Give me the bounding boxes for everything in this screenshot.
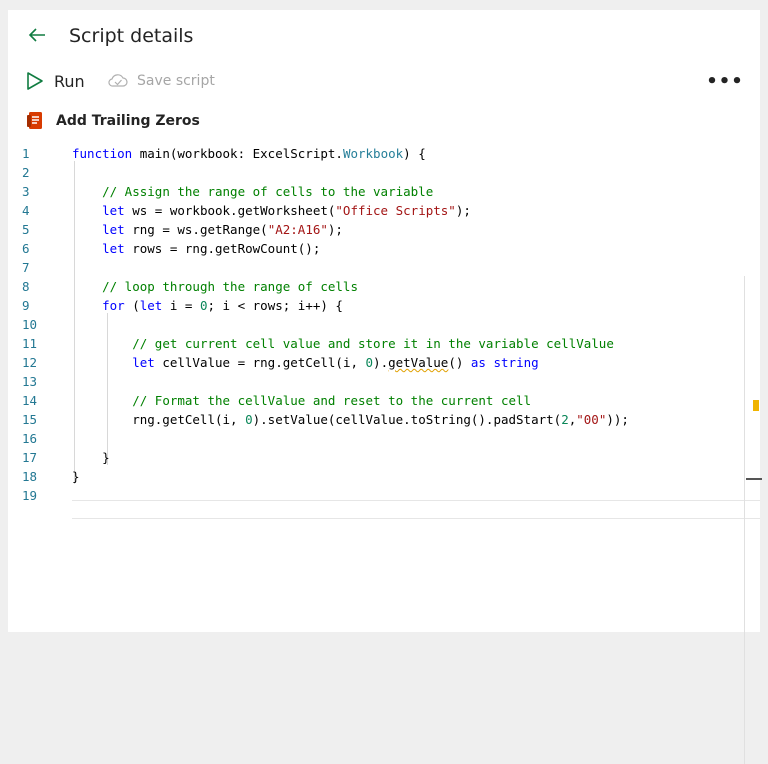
code-line: 6 let rows = rng.getRowCount(); [8,239,760,258]
line-number: 9 [22,298,30,313]
line-number: 2 [22,165,30,180]
more-options-button[interactable]: ••• [706,68,743,94]
line-number: 1 [22,146,30,161]
code-text: // loop through the range of cells [102,279,358,294]
line-number: 19 [22,488,38,503]
code-line: 11 // get current cell value and store i… [8,334,760,353]
script-details-panel: Script details Run Save script ••• Add T… [8,10,762,764]
code-text: let cellValue = rng.getCell(i, 0).getVal… [132,355,539,370]
editor-scrollbar[interactable] [744,276,745,764]
code-line: 4 let ws = workbook.getWorksheet("Office… [8,201,760,220]
code-line: 12 let cellValue = rng.getCell(i, 0).get… [8,353,760,372]
code-line: 18} [8,467,760,486]
code-line: 7 [8,258,760,277]
code-line: 16 [8,429,760,448]
code-text: let rows = rng.getRowCount(); [102,241,321,256]
code-line: 17 } [8,448,760,467]
code-text: function main(workbook: ExcelScript.Work… [72,146,426,161]
code-text: // get current cell value and store it i… [132,336,614,351]
code-line: 3 // Assign the range of cells to the va… [8,182,760,201]
back-button[interactable] [26,24,48,46]
line-number: 5 [22,222,30,237]
code-text: } [72,469,80,484]
line-number: 10 [22,317,38,332]
code-line: 19 [8,486,760,505]
code-text: for (let i = 0; i < rows; i++) { [102,298,343,313]
page-title: Script details [69,25,194,47]
line-number: 3 [22,184,30,199]
code-line: 15 rng.getCell(i, 0).setValue(cellValue.… [8,410,760,429]
script-title-row: Add Trailing Zeros [26,110,200,132]
line-number: 7 [22,260,30,275]
line-number: 17 [22,450,38,465]
run-label: Run [54,71,85,91]
code-editor[interactable]: 1 function main(workbook: ExcelScript.Wor… [8,142,762,764]
code-line: 10 [8,315,760,334]
code-text: rng.getCell(i, 0).setValue(cellValue.toS… [72,412,629,427]
code-line: 8 // loop through the range of cells [8,277,760,296]
script-name: Add Trailing Zeros [56,113,200,129]
toolbar: Run Save script ••• [8,66,760,96]
line-number: 13 [22,374,38,389]
cloud-save-icon [108,74,128,87]
arrow-left-icon [28,28,45,42]
code-text: // Assign the range of cells to the vari… [102,184,434,199]
save-script-button[interactable]: Save script [107,68,215,94]
line-number: 15 [22,412,38,427]
code-line: 14 // Format the cellValue and reset to … [8,391,760,410]
line-number: 12 [22,355,38,370]
code-text: let rng = ws.getRange("A2:A16"); [102,222,343,237]
line-number: 4 [22,203,30,218]
line-number: 14 [22,393,38,408]
warning-marker [753,400,759,411]
line-number: 6 [22,241,30,256]
code-text: } [72,450,110,465]
header: Script details [8,10,760,62]
code-line: 2 [8,163,760,182]
line-number: 8 [22,279,30,294]
script-file-icon [27,112,42,129]
play-icon [27,72,43,90]
line-number: 11 [22,336,38,351]
code-text: // Format the cellValue and reset to the… [132,393,532,408]
code-line: 9 for (let i = 0; i < rows; i++) { [8,296,760,315]
line-number: 16 [22,431,38,446]
code-text: let ws = workbook.getWorksheet("Office S… [102,203,471,218]
code-line: 5 let rng = ws.getRange("A2:A16"); [8,220,760,239]
run-button[interactable]: Run [26,68,85,94]
line-number: 18 [22,469,38,484]
save-script-label: Save script [137,73,215,89]
code-line: 13 [8,372,760,391]
code-line: 1 function main(workbook: ExcelScript.Wor… [8,144,760,163]
overview-ruler-cursor [746,478,762,480]
